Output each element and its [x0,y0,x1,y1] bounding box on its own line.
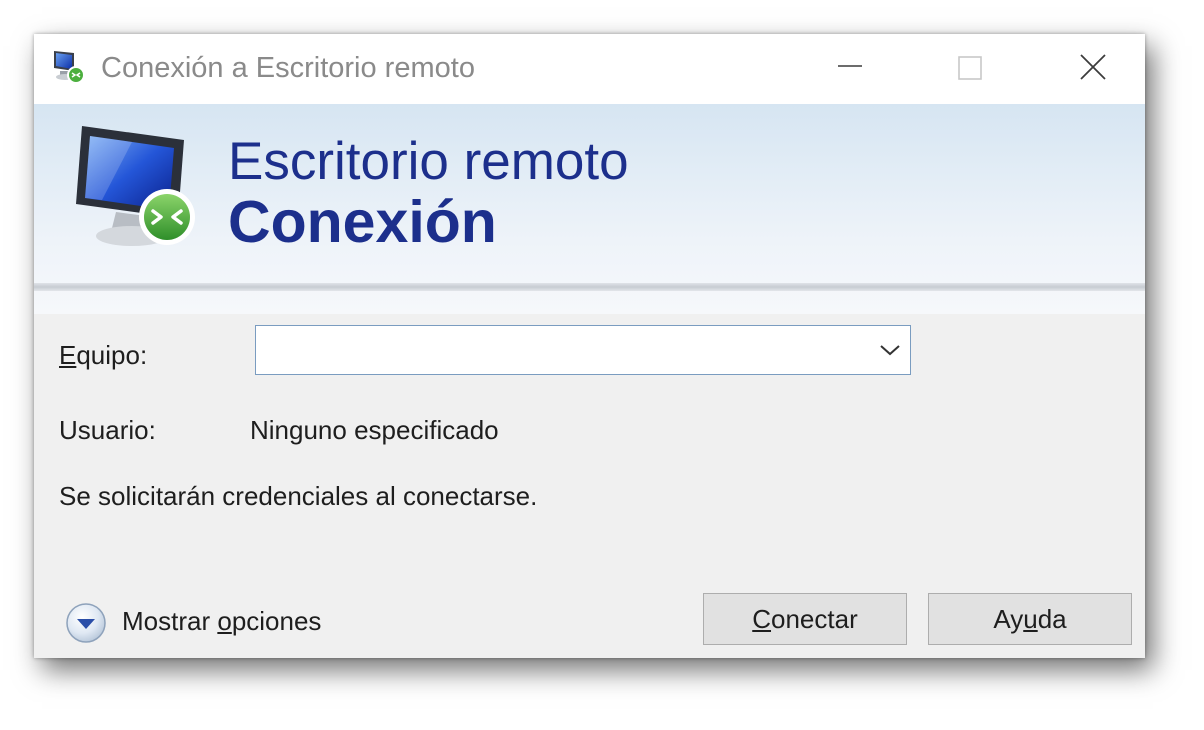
credentials-info-text: Se solicitarán credenciales al conectars… [59,481,538,511]
close-icon[interactable] [1072,50,1112,86]
show-options-label: Mostrar opciones [122,605,321,637]
minimize-icon[interactable] [830,50,870,86]
user-label: Usuario: [59,415,156,445]
computer-label-accel: E [59,340,77,370]
connect-button[interactable]: Conectar [703,593,907,645]
connect-label-rest: onectar [771,603,858,634]
banner-title-line2: Conexión [228,189,497,255]
help-label-accel: u [1023,603,1038,634]
title-bar[interactable]: Conexión a Escritorio remoto [34,34,1145,104]
show-options-label-pre: Mostrar [122,606,218,636]
computer-combobox[interactable] [255,325,911,375]
help-label-post: da [1037,603,1067,634]
connect-label-accel: C [752,603,772,634]
banner-title-line1: Escritorio remoto [228,132,629,191]
rdp-dialog-window: Conexión a Escritorio remoto Escritorio … [34,34,1145,658]
user-value: Ninguno especificado [250,415,499,445]
maximize-icon[interactable] [950,50,990,86]
banner-divider [34,283,1145,291]
window-title: Conexión a Escritorio remoto [101,52,475,84]
computer-input[interactable] [256,326,886,374]
remote-desktop-icon [54,51,85,84]
help-button[interactable]: Ay u da [928,593,1132,645]
computer-label-rest: quipo: [76,340,148,370]
help-label-pre: Ay [993,603,1024,634]
chevron-down-icon[interactable] [878,340,902,360]
show-options-toggle[interactable]: Mostrar opciones [65,600,365,644]
show-options-label-accel: o [217,606,232,636]
remote-desktop-logo-icon [76,126,195,246]
show-options-label-post: pciones [231,606,322,636]
computer-label: Equipo: [59,339,147,371]
chevron-down-circle-icon[interactable] [65,602,107,644]
